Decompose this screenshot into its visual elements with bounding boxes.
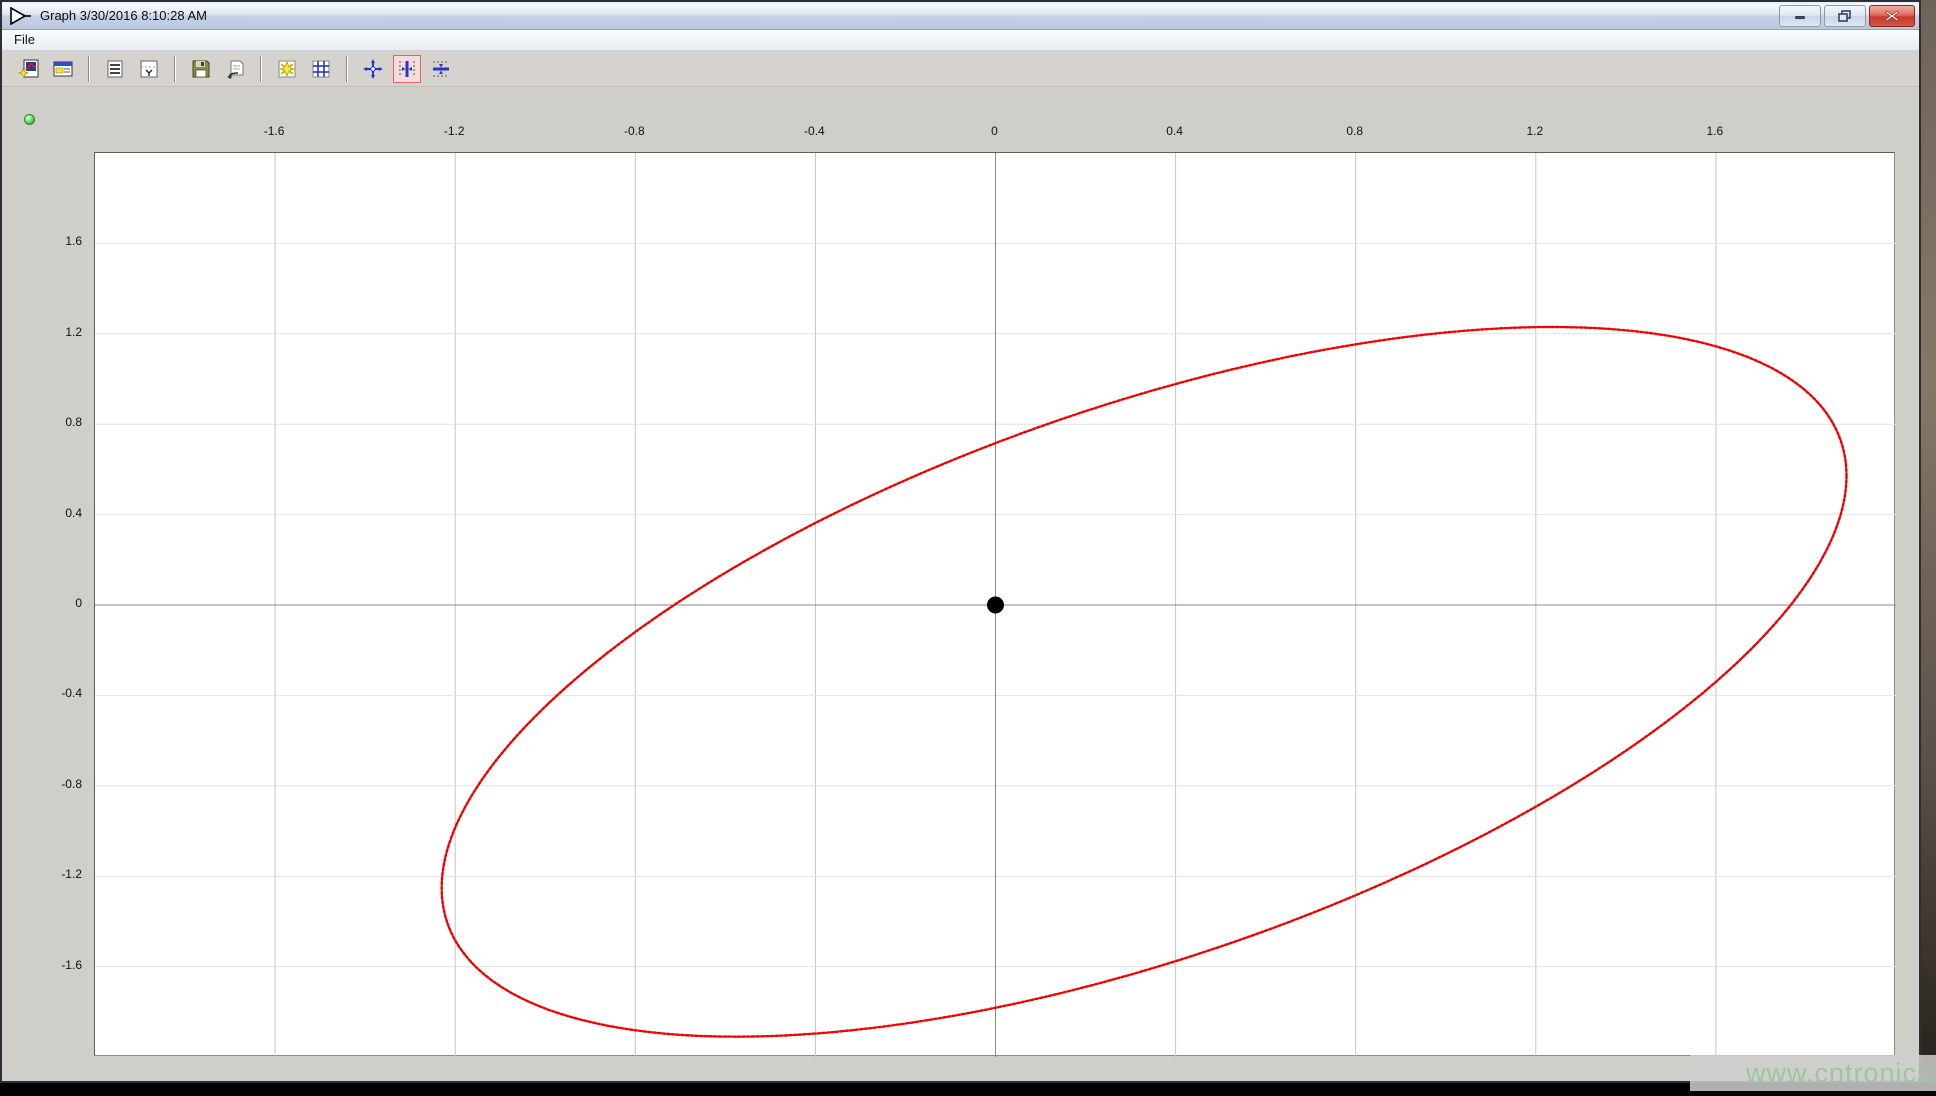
pan-icon [362, 58, 384, 80]
restore-button[interactable] [1824, 5, 1866, 27]
y-tick-label: 0.8 [8, 415, 82, 429]
new-graph-button[interactable] [15, 55, 43, 83]
x-tick-label: -0.8 [610, 124, 658, 138]
horizontal-cursor-icon [430, 58, 452, 80]
x-tick-label: 0.4 [1151, 124, 1199, 138]
origin-point-marker [987, 597, 1004, 614]
minimize-icon [1793, 11, 1807, 21]
y-tick-label: 0 [8, 596, 82, 610]
toolbar-separator [346, 56, 348, 82]
toolbar [2, 51, 1919, 87]
x-tick-label: -1.6 [250, 124, 298, 138]
grid-icon [310, 58, 332, 80]
pan-button[interactable] [359, 55, 387, 83]
autoscale-burst-icon [276, 58, 298, 80]
vertical-cursor-button[interactable] [393, 55, 421, 83]
save-button[interactable] [187, 55, 215, 83]
properties-window-button[interactable] [49, 55, 77, 83]
y-tick-label: -1.6 [8, 958, 82, 972]
title-bar[interactable]: Graph 3/30/2016 8:10:28 AM [2, 2, 1919, 30]
grid-button[interactable] [307, 55, 335, 83]
axis-panel-button[interactable] [135, 55, 163, 83]
desktop-edge-right [1921, 0, 1936, 1096]
toolbar-separator [260, 56, 262, 82]
desktop-edge-bottom [0, 1083, 1936, 1096]
y-tick-label: 1.2 [8, 325, 82, 339]
x-tick-label: 1.2 [1511, 124, 1559, 138]
menu-file[interactable]: File [6, 30, 43, 50]
lissajous-ellipse-curve [442, 327, 1847, 1037]
axis-panel-icon [138, 58, 160, 80]
autoscale-burst-button[interactable] [273, 55, 301, 83]
labview-arrow-icon [10, 7, 32, 25]
new-graph-icon [18, 58, 40, 80]
close-icon [1885, 10, 1899, 22]
list-view-button[interactable] [101, 55, 129, 83]
close-button[interactable] [1869, 5, 1915, 27]
vertical-cursor-icon [396, 58, 418, 80]
x-tick-label: -1.2 [430, 124, 478, 138]
list-view-icon [104, 58, 126, 80]
properties-window-icon [52, 58, 74, 80]
x-tick-label: 0 [971, 124, 1019, 138]
export-page-icon [224, 58, 246, 80]
horizontal-cursor-button[interactable] [427, 55, 455, 83]
graph-client-area: -1.6 -1.2 -0.8 -0.4 0 0.4 0.8 1.2 1.6 1.6 1.2 0.8 0… [2, 88, 1919, 1081]
y-tick-label: 1.6 [8, 234, 82, 248]
export-page-button[interactable] [221, 55, 249, 83]
minimize-button[interactable] [1779, 5, 1821, 27]
menu-bar: File [2, 30, 1919, 51]
restore-icon [1838, 10, 1852, 22]
y-tick-label: -0.8 [8, 777, 82, 791]
watermark-text: www.cntronics.com [1746, 1058, 1936, 1089]
x-tick-label: 1.6 [1691, 124, 1739, 138]
graph-window: Graph 3/30/2016 8:10:28 AM File [0, 0, 1921, 1083]
status-led-icon [24, 114, 35, 125]
x-tick-label: 0.8 [1331, 124, 1379, 138]
y-tick-label: 0.4 [8, 506, 82, 520]
plot-area[interactable] [94, 152, 1895, 1056]
xy-graph[interactable] [95, 153, 1896, 1057]
save-icon [190, 58, 212, 80]
y-tick-label: -0.4 [8, 686, 82, 700]
x-tick-label: -0.4 [790, 124, 838, 138]
y-tick-label: -1.2 [8, 867, 82, 881]
window-title: Graph 3/30/2016 8:10:28 AM [40, 8, 207, 23]
toolbar-separator [88, 56, 90, 82]
toolbar-separator [174, 56, 176, 82]
